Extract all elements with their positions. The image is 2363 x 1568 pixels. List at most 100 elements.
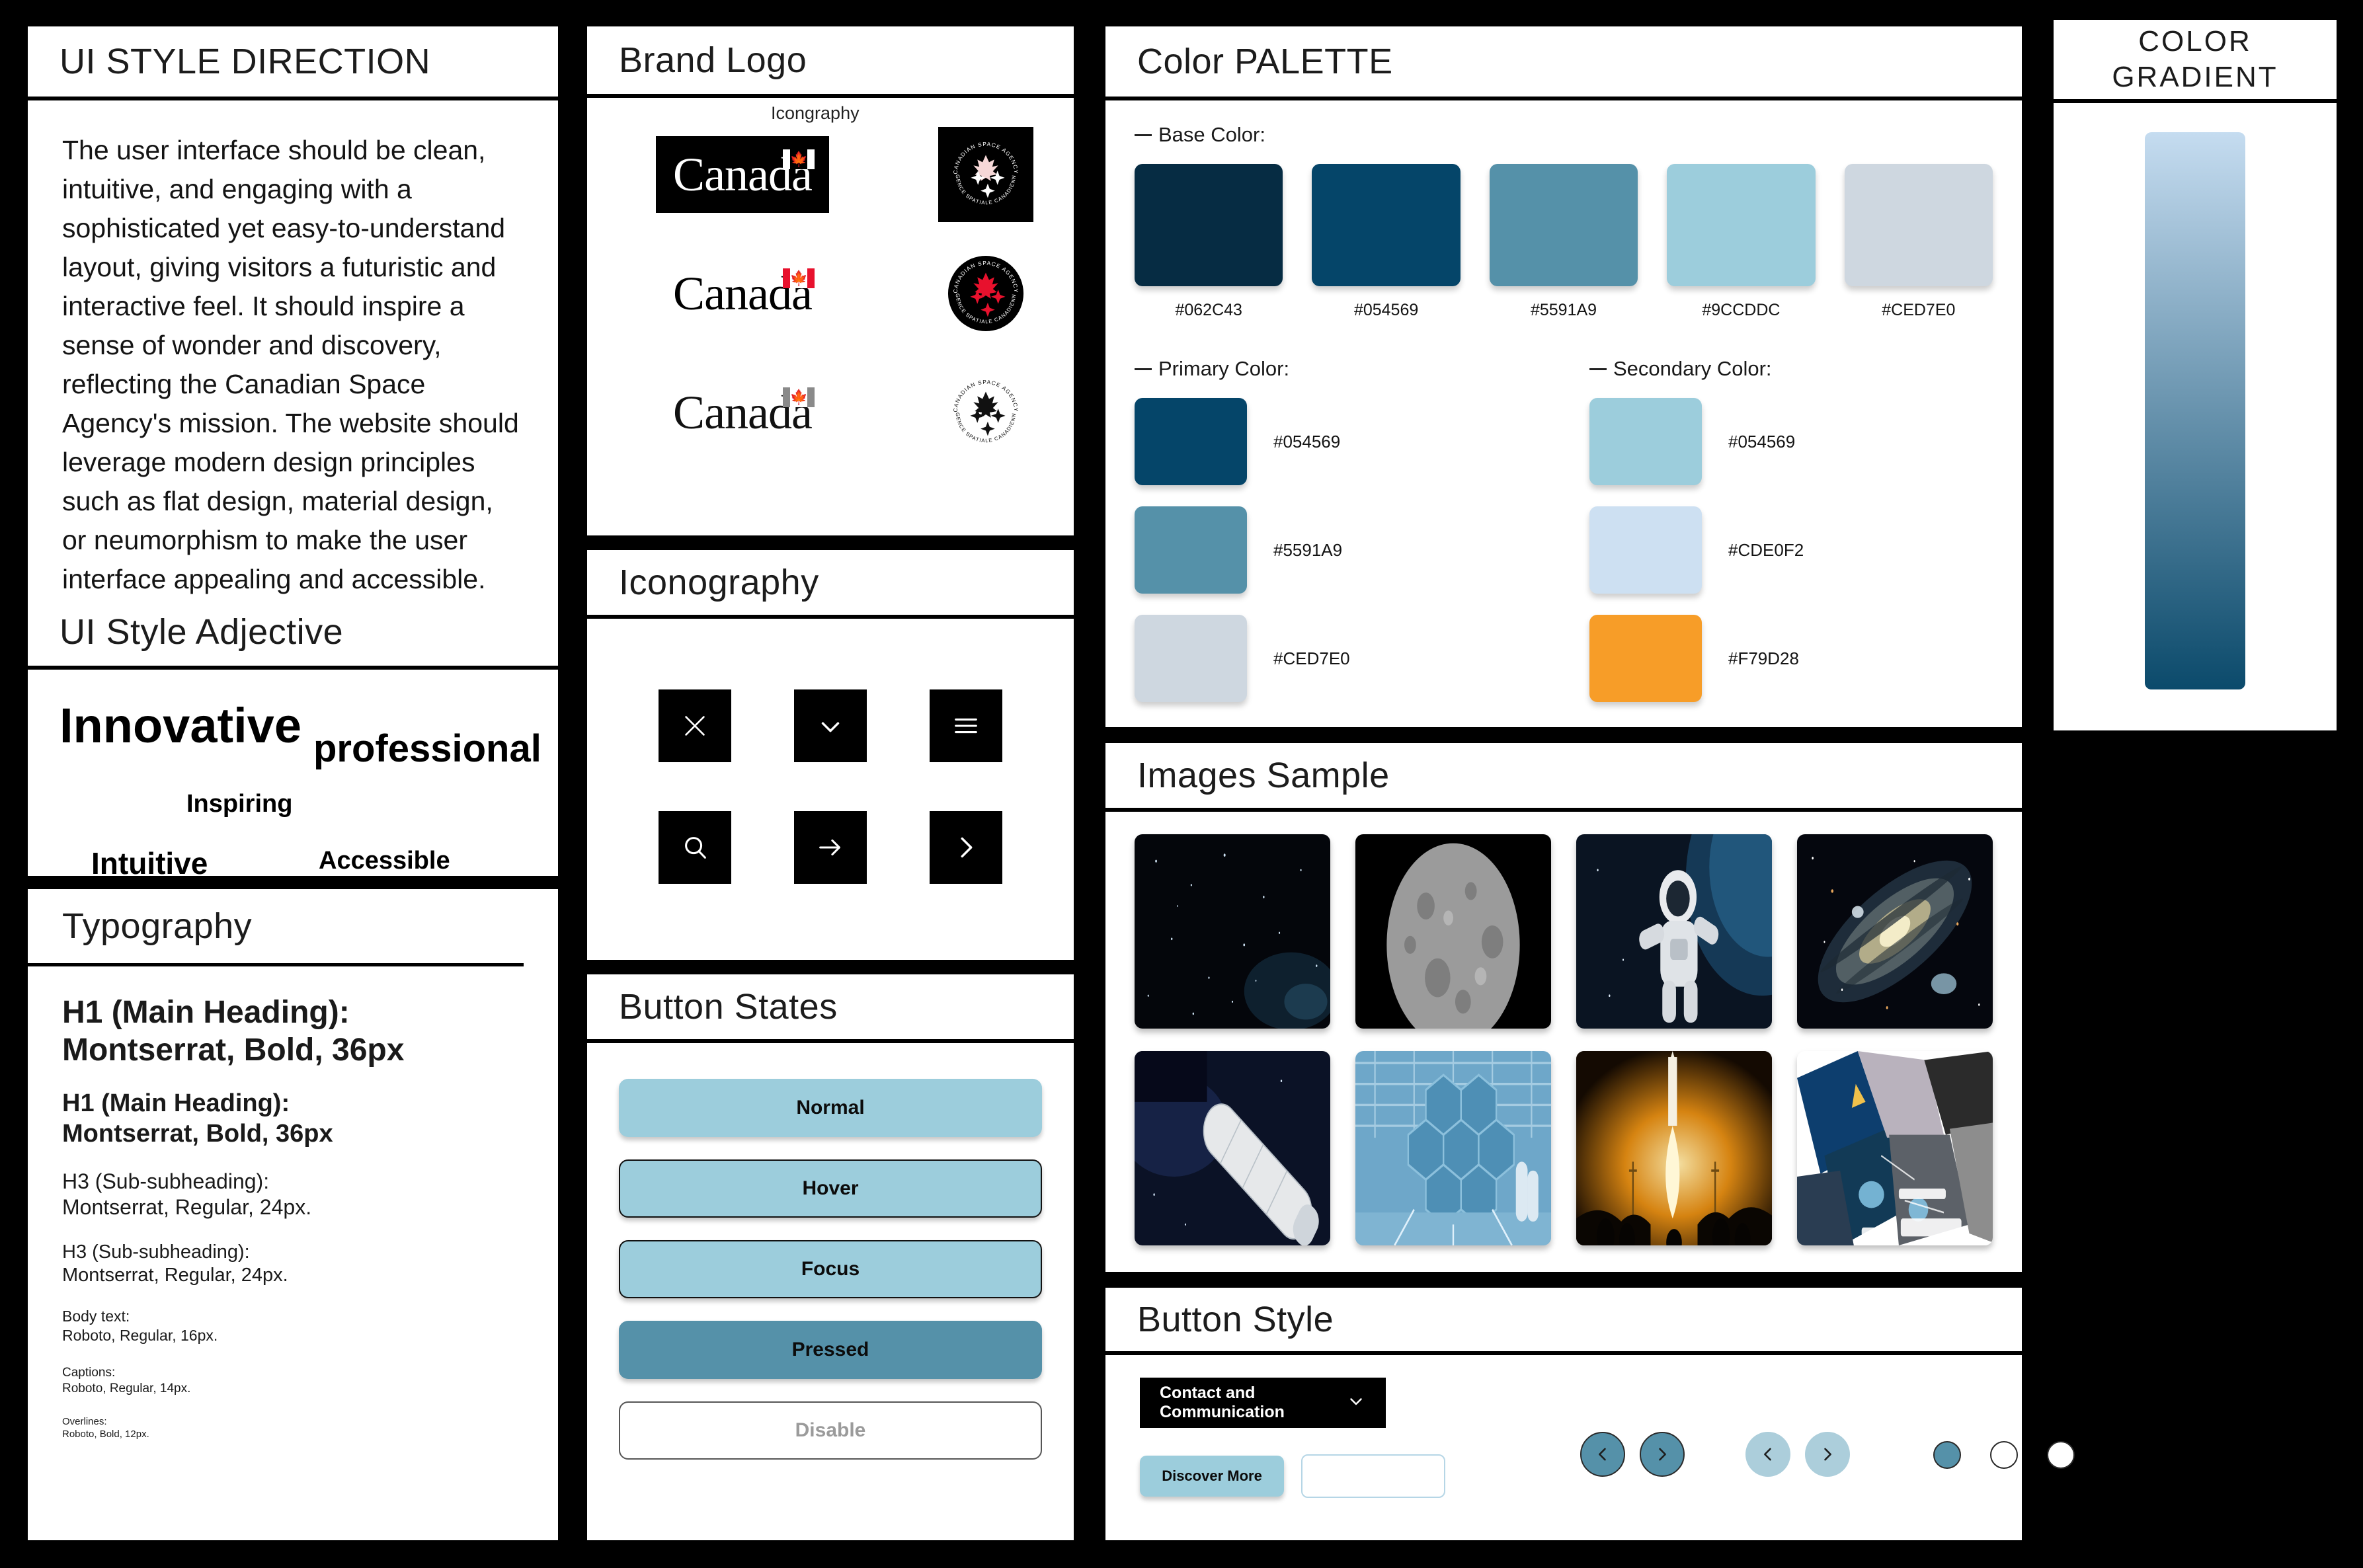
secondary-color-column: Secondary Color: #054569 #CDE0F2 #F79D28 [1589, 357, 1993, 723]
color-swatch [1589, 615, 1702, 702]
type-spec-captions: Captions: Roboto, Regular, 14px. [62, 1365, 191, 1395]
color-row[interactable]: #CED7E0 [1135, 615, 1538, 702]
color-swatch [1667, 164, 1816, 286]
color-hex-label: #054569 [1353, 301, 1419, 319]
panel-body: The user interface should be clean, intu… [28, 100, 558, 600]
brand-grid: Icongraphy Canada 🍁 CANADIAN SPACE AGENC… [587, 98, 1074, 535]
button-state-focus[interactable]: Focus [619, 1240, 1042, 1298]
flag-bar-right [807, 387, 815, 407]
badge-slot: CANADIAN SPACE AGENCY AGENCE SPATIALE CA… [898, 250, 1074, 333]
flag-bar-left [782, 149, 790, 169]
search-icon[interactable] [658, 811, 731, 884]
button-state-disable: Disable [619, 1401, 1042, 1460]
images-sample-panel: Images Sample [1105, 743, 2022, 1272]
color-swatch [1589, 506, 1702, 594]
section-title: Color PALETTE [1137, 41, 1393, 81]
panel-header: Color PALETTE [1105, 26, 2022, 100]
button-state-normal[interactable]: Normal [619, 1079, 1042, 1137]
wordmark-slot: Canada 🍁 [587, 136, 898, 213]
iconography-panel: Iconography [587, 550, 1074, 960]
canada-wordmark-inverted: Canada 🍁 [656, 136, 829, 213]
pagination-dot-inactive[interactable] [2047, 1441, 2075, 1469]
arrow-right-icon[interactable] [793, 811, 867, 884]
dropdown-label: Contact and Communication [1160, 1384, 1285, 1421]
image-thumb-technical-collage[interactable] [1797, 1051, 1993, 1245]
image-grid [1135, 834, 1993, 1245]
primary-color-label: Primary Color: [1135, 357, 1538, 381]
carousel-next-button-dark[interactable] [1640, 1432, 1685, 1477]
adjective-word: Innovative [60, 698, 301, 753]
ui-style-direction-panel: UI STYLE DIRECTION The user interface sh… [28, 26, 558, 600]
image-thumb-starfield-nebula[interactable] [1135, 834, 1330, 1029]
text-input-field[interactable] [1301, 1454, 1445, 1498]
image-thumb-andromeda-galaxy[interactable] [1797, 834, 1993, 1029]
color-row[interactable]: #F79D28 [1589, 615, 1993, 702]
color-hex-label: #CED7E0 [1273, 648, 1350, 668]
chevron-down-icon[interactable] [793, 689, 867, 762]
flag-bar-right [807, 268, 815, 288]
close-icon[interactable] [658, 689, 731, 762]
panel-header: Button States [587, 974, 1074, 1043]
color-row[interactable]: #5591A9 [1135, 506, 1538, 594]
section-title: COLOR GRADIENT [2112, 25, 2278, 93]
color-swatch [1844, 164, 1993, 286]
color-swatch-item[interactable]: #9CCDDC [1667, 164, 1816, 320]
pagination-dots [1933, 1441, 2075, 1469]
color-hex-label: #CDE0F2 [1728, 539, 1804, 560]
hamburger-menu-icon[interactable] [930, 689, 1003, 762]
panel-body: Contact and Communication Discover More [1105, 1355, 2075, 1540]
panel-body: Innovative professional Inspiring Intuit… [28, 670, 558, 881]
panel-header: UI Style Adjective [28, 598, 558, 670]
canada-flag-icon: 🍁 [782, 268, 815, 288]
flag-center: 🍁 [789, 387, 808, 407]
section-title: Iconography [619, 562, 819, 602]
carousel-prev-button-light[interactable] [1745, 1432, 1790, 1477]
panel-body [2054, 103, 2337, 730]
color-hex-label: #054569 [1728, 431, 1796, 451]
panel-header: COLOR GRADIENT [2054, 20, 2337, 103]
page-title: UI STYLE DIRECTION [60, 41, 431, 81]
image-thumb-hexagonal-mirror-array[interactable] [1355, 1051, 1551, 1245]
color-row[interactable]: #054569 [1135, 398, 1538, 485]
csa-badge-color: CANADIAN SPACE AGENCY AGENCE SPATIALE CA… [945, 250, 1025, 333]
color-row[interactable]: #CDE0F2 [1589, 506, 1993, 594]
flag-bar-left [782, 268, 790, 288]
image-thumb-moon-surface[interactable] [1355, 834, 1551, 1029]
carousel-next-button-light[interactable] [1805, 1432, 1850, 1477]
carousel-prev-button-dark[interactable] [1580, 1432, 1625, 1477]
canada-flag-icon: 🍁 [782, 387, 815, 407]
type-spec-overlines: Overlines: Roboto, Bold, 12px. [62, 1416, 149, 1440]
gradient-swatch [2145, 132, 2245, 689]
color-swatch-item[interactable]: #054569 [1312, 164, 1461, 320]
base-color-label: Base Color: [1135, 123, 1993, 147]
panel-header: UI STYLE DIRECTION [28, 26, 558, 100]
color-swatch-item[interactable]: #CED7E0 [1844, 164, 1993, 320]
color-swatch-item[interactable]: #062C43 [1135, 164, 1283, 320]
discover-more-button[interactable]: Discover More [1140, 1456, 1284, 1497]
brand-row: Canada 🍁 CANADIAN SPACE AGENCY GENCE SPA… [587, 126, 1074, 223]
csa-badge-on-black: CANADIAN SPACE AGENCY AGENCE SPATIALE CA… [938, 127, 1033, 222]
contact-dropdown-button[interactable]: Contact and Communication [1140, 1378, 1386, 1428]
badge-slot: CANADIAN SPACE AGENCY AGENCE SPATIALE CA… [898, 127, 1074, 222]
color-row[interactable]: #054569 [1589, 398, 1993, 485]
adjective-cloud: Innovative professional Inspiring Intuit… [28, 670, 558, 881]
wordmark-text-wrapper: Canada 🍁 [673, 387, 815, 436]
button-state-hover[interactable]: Hover [619, 1159, 1042, 1218]
chevron-right-icon[interactable] [930, 811, 1003, 884]
image-thumb-space-station-module[interactable] [1135, 1051, 1330, 1245]
button-state-pressed[interactable]: Pressed [619, 1321, 1042, 1379]
color-swatch-item[interactable]: #5591A9 [1489, 164, 1638, 320]
pagination-dot-active[interactable] [1933, 1441, 1961, 1469]
panel-header: Iconography [587, 550, 1074, 619]
wordmark-text-wrapper: Canada 🍁 [673, 268, 815, 317]
pagination-dot-inactive[interactable] [1990, 1441, 2018, 1469]
canada-wordmark-greyscale: Canada 🍁 [673, 387, 815, 436]
section-title: Button Style [1137, 1299, 1334, 1339]
type-spec-body: Body text: Roboto, Regular, 16px. [62, 1308, 218, 1344]
section-title: Typography [62, 906, 253, 946]
image-thumb-rocket-launch-night[interactable] [1576, 1051, 1772, 1245]
color-hex-label: #9CCDDC [1702, 301, 1781, 319]
image-thumb-astronaut-spacewalk[interactable] [1576, 834, 1772, 1029]
color-gradient-panel: COLOR GRADIENT [2054, 20, 2337, 730]
panel-body: Normal Hover Focus Pressed Disable [587, 1043, 1074, 1540]
